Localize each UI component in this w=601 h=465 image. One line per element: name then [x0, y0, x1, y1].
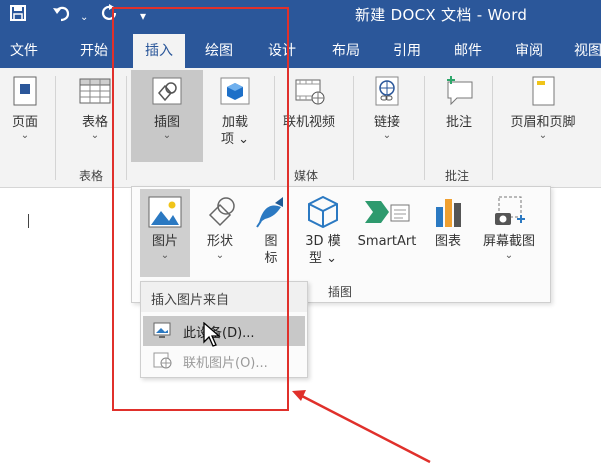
annotation-arrow-icon: [292, 390, 431, 464]
